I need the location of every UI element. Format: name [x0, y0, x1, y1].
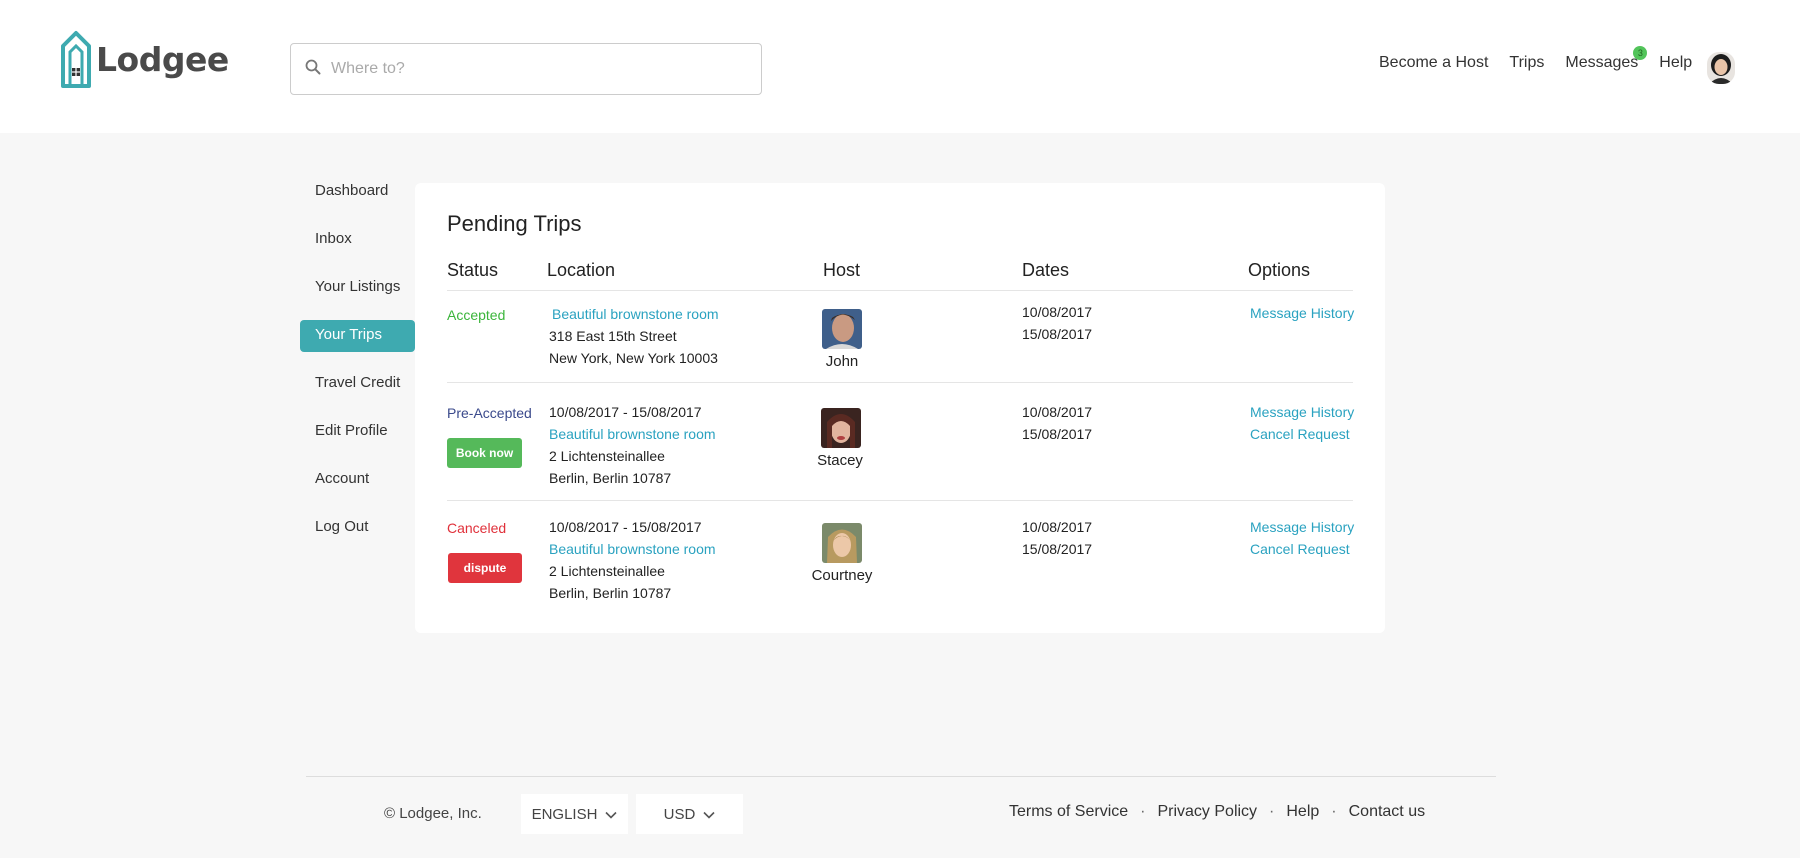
message-history-link[interactable]: Message History	[1250, 302, 1354, 324]
logo[interactable]: Lodgee	[60, 30, 229, 88]
location-cell: 10/08/2017 - 15/08/2017 Beautiful browns…	[549, 516, 716, 604]
page-title: Pending Trips	[447, 211, 582, 236]
address-line-1: 2 Lichtensteinallee	[549, 448, 665, 464]
header-divider	[447, 290, 1353, 291]
sidebar-item-inbox[interactable]: Inbox	[300, 224, 415, 256]
nav-become-host[interactable]: Become a Host	[1379, 54, 1488, 72]
address-line-1: 318 East 15th Street	[549, 328, 677, 344]
top-header: Lodgee Become a Host Trips Messages 3 He…	[0, 0, 1800, 133]
search-icon	[305, 59, 321, 80]
sidebar-item-dashboard[interactable]: Dashboard	[300, 176, 415, 208]
currency-value: USD	[663, 805, 696, 823]
address-line-2: New York, New York 10003	[549, 350, 718, 366]
logo-text: Lodgee	[96, 39, 229, 79]
listing-link[interactable]: Beautiful brownstone room	[549, 303, 719, 325]
sidebar-item-log-out[interactable]: Log Out	[300, 512, 415, 544]
dispute-button[interactable]: dispute	[448, 553, 522, 583]
copyright: © Lodgee, Inc.	[384, 805, 482, 822]
date-end: 15/08/2017	[1022, 326, 1093, 342]
language-value: ENGLISH	[531, 805, 598, 823]
footer-link-help[interactable]: Help	[1286, 803, 1319, 821]
search-input[interactable]	[331, 60, 731, 78]
sidebar-item-your-listings[interactable]: Your Listings	[300, 272, 415, 304]
language-select[interactable]: ENGLISH	[521, 794, 628, 834]
dates-cell: 10/08/2017 15/08/2017	[1022, 516, 1092, 560]
message-history-link[interactable]: Message History	[1250, 401, 1354, 423]
messages-count-badge: 3	[1633, 46, 1648, 60]
footer-separator: ·	[1140, 803, 1146, 820]
footer-separator: ·	[1331, 803, 1337, 820]
cancel-request-link[interactable]: Cancel Request	[1250, 423, 1354, 445]
address-line-1: 2 Lichtensteinallee	[549, 563, 665, 579]
host-avatar[interactable]	[822, 523, 862, 563]
status-badge: Accepted	[447, 307, 506, 323]
footer-links: Terms of Service · Privacy Policy · Help…	[1009, 803, 1425, 821]
sidebar-item-travel-credit[interactable]: Travel Credit	[300, 368, 415, 400]
status-badge: Pre-Accepted	[447, 405, 532, 421]
search-box[interactable]	[290, 43, 762, 95]
date-start: 10/08/2017	[1022, 519, 1093, 535]
footer-separator: ·	[1269, 803, 1275, 820]
options-cell: Message History Cancel Request	[1250, 516, 1354, 560]
footer-link-contact[interactable]: Contact us	[1349, 803, 1425, 821]
address-line-2: Berlin, Berlin 10787	[549, 470, 672, 486]
date-range: 10/08/2017 - 15/08/2017	[549, 404, 702, 420]
top-nav: Become a Host Trips Messages 3 Help	[1379, 46, 1692, 72]
book-now-button[interactable]: Book now	[447, 438, 522, 468]
location-cell: Beautiful brownstone room 318 East 15th …	[549, 303, 719, 369]
sidebar-item-account[interactable]: Account	[300, 464, 415, 496]
chevron-down-icon	[597, 806, 617, 823]
host-name: Courtney	[811, 567, 873, 584]
cancel-request-link[interactable]: Cancel Request	[1250, 538, 1354, 560]
footer-divider	[306, 776, 1496, 777]
column-header-status: Status	[447, 260, 499, 280]
host-name: John	[825, 353, 859, 370]
nav-trips[interactable]: Trips	[1509, 54, 1544, 72]
dates-cell: 10/08/2017 15/08/2017	[1022, 301, 1092, 345]
listing-link[interactable]: Beautiful brownstone room	[549, 538, 716, 560]
date-end: 15/08/2017	[1022, 426, 1093, 442]
listing-link[interactable]: Beautiful brownstone room	[549, 423, 716, 445]
footer-link-privacy[interactable]: Privacy Policy	[1157, 803, 1257, 821]
sidebar-item-edit-profile[interactable]: Edit Profile	[300, 416, 415, 448]
column-header-dates: Dates	[1022, 260, 1070, 280]
column-header-location: Location	[547, 260, 616, 280]
sidebar-item-your-trips[interactable]: Your Trips	[300, 320, 416, 352]
dates-cell: 10/08/2017 15/08/2017	[1022, 401, 1092, 445]
options-cell: Message History	[1250, 302, 1354, 324]
row-divider	[447, 500, 1353, 501]
nav-help[interactable]: Help	[1659, 54, 1692, 72]
nav-messages-label: Messages	[1565, 54, 1639, 71]
sidebar: Dashboard Inbox Your Listings Your Trips…	[300, 176, 416, 560]
nav-messages[interactable]: Messages 3	[1565, 46, 1648, 72]
column-header-host: Host	[823, 260, 861, 280]
message-history-link[interactable]: Message History	[1250, 516, 1354, 538]
date-start: 10/08/2017	[1022, 404, 1093, 420]
host-name: Stacey	[817, 452, 863, 469]
date-end: 15/08/2017	[1022, 541, 1093, 557]
status-badge: Canceled	[447, 520, 507, 536]
host-avatar[interactable]	[821, 408, 861, 448]
location-cell: 10/08/2017 - 15/08/2017 Beautiful browns…	[549, 401, 716, 489]
address-line-2: Berlin, Berlin 10787	[549, 585, 672, 601]
chevron-down-icon	[695, 806, 715, 823]
date-start: 10/08/2017	[1022, 304, 1093, 320]
options-cell: Message History Cancel Request	[1250, 401, 1354, 445]
pending-trips-panel: Pending Trips Status Location Host Dates…	[415, 183, 1385, 633]
row-divider	[447, 382, 1353, 383]
user-avatar[interactable]	[1707, 52, 1735, 84]
host-avatar[interactable]	[822, 309, 862, 349]
footer-link-terms[interactable]: Terms of Service	[1009, 803, 1128, 821]
house-logo-icon	[60, 30, 92, 88]
column-header-options: Options	[1248, 260, 1311, 280]
date-range: 10/08/2017 - 15/08/2017	[549, 519, 702, 535]
currency-select[interactable]: USD	[636, 794, 743, 834]
